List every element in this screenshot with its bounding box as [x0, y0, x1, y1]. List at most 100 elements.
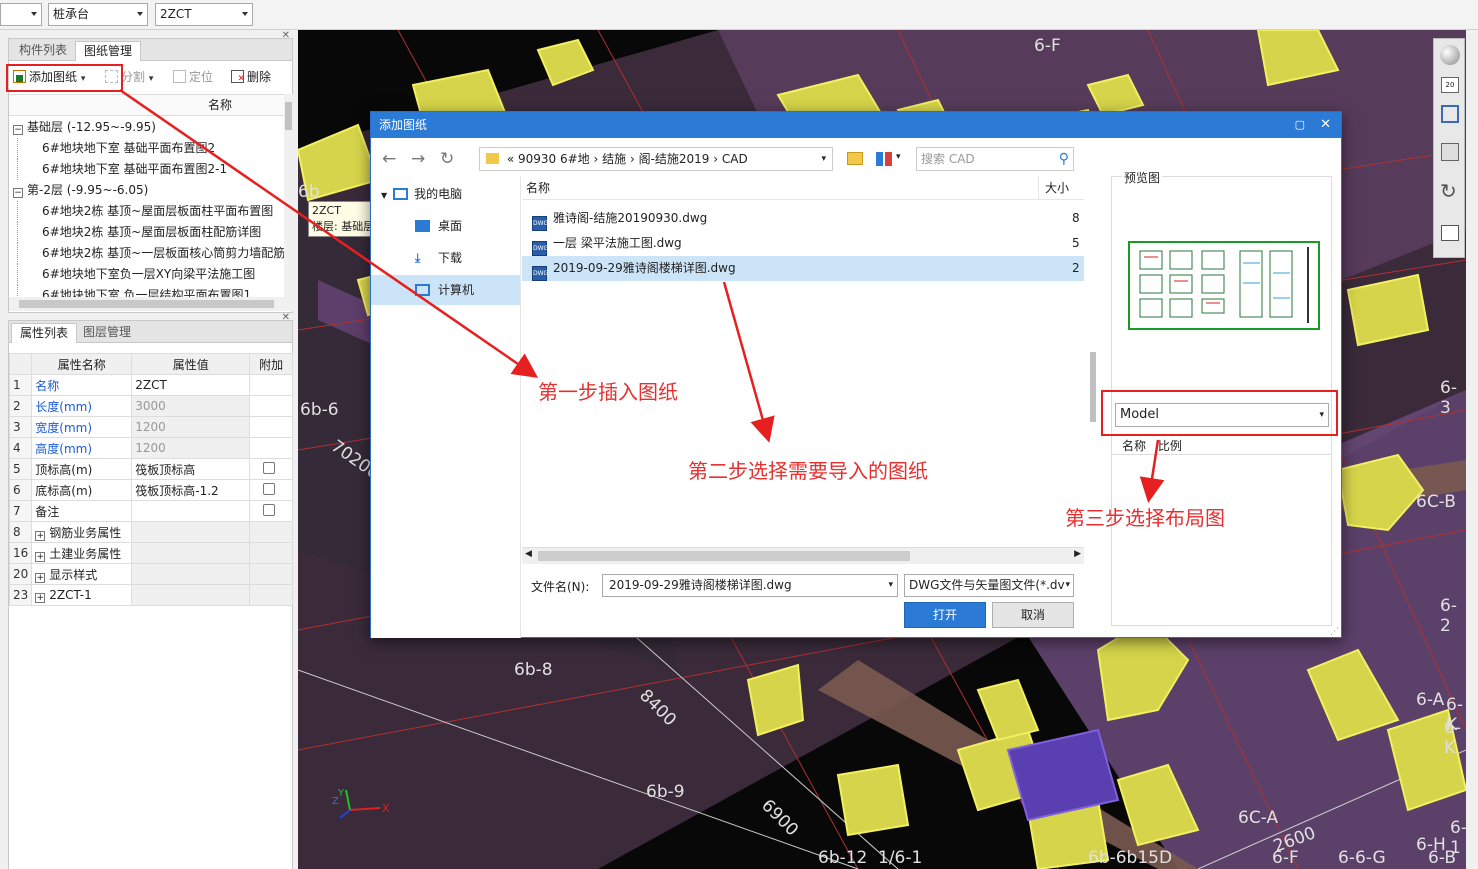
resize-grip-icon[interactable]: ⋰	[1330, 627, 1339, 637]
hscroll-thumb[interactable]	[538, 551, 910, 561]
nav-item-computer[interactable]: 计算机	[371, 275, 520, 305]
collapse-icon[interactable]: −	[13, 188, 23, 198]
property-row[interactable]: 2 长度(mm) 3000	[8, 395, 293, 417]
breadcrumb-part[interactable]: « 90930 6#地	[507, 152, 590, 166]
property-value[interactable]: 筏板顶标高	[131, 458, 251, 480]
expand-icon[interactable]: +	[35, 551, 46, 562]
tree-item[interactable]: 6#地块地下室 基础平面布置图2	[17, 138, 215, 159]
chevron-down-icon[interactable]: ▾	[888, 575, 893, 596]
tab-component-list[interactable]: 构件列表	[11, 41, 75, 61]
open-button[interactable]: 打开	[904, 602, 986, 628]
breadcrumb-part[interactable]: CAD	[722, 152, 748, 166]
cube-view-icon[interactable]	[1441, 143, 1459, 161]
orbit-icon[interactable]	[1440, 45, 1460, 65]
nav-item-downloads[interactable]: ⤓ 下载	[371, 243, 520, 273]
tree-hscrollbar[interactable]	[9, 297, 293, 311]
cancel-button[interactable]: 取消	[992, 602, 1074, 628]
attach-checkbox[interactable]	[263, 482, 276, 495]
file-row[interactable]: DWG 雅诗阁-结施20190930.dwg 8	[522, 206, 1084, 231]
expand-icon[interactable]: +	[35, 572, 46, 583]
scroll-left-icon[interactable]: ◀	[525, 549, 532, 559]
property-row[interactable]: 3 宽度(mm) 1200	[8, 416, 293, 438]
floor-type-select[interactable]	[0, 3, 42, 26]
tab-layer-manage[interactable]: 图层管理	[75, 323, 139, 343]
close-icon[interactable]: ✕	[1320, 112, 1331, 138]
size-column-header[interactable]: 大小	[1038, 176, 1069, 200]
filename-input[interactable]: 2019-09-29雅诗阁楼梯详图.dwg ▾	[602, 574, 898, 597]
nav-item-my-computer[interactable]: ▼ 我的电脑	[371, 179, 520, 209]
filetype-select[interactable]: DWG文件与矢量图文件(*.dv ▾	[904, 574, 1074, 597]
zoom-icon[interactable]: 20	[1441, 77, 1459, 93]
tree-scrollbar[interactable]	[284, 94, 293, 299]
refresh-icon[interactable]: ↻	[440, 149, 454, 169]
collapse-icon[interactable]: −	[13, 125, 23, 135]
tab-property-list[interactable]: 属性列表	[11, 323, 78, 343]
pane-splitter[interactable]	[1090, 352, 1096, 422]
expand-icon[interactable]: +	[35, 530, 46, 541]
back-icon[interactable]: ←	[382, 149, 396, 169]
expand-icon[interactable]: +	[35, 592, 46, 603]
property-value[interactable]: 1200	[131, 437, 251, 459]
scroll-right-icon[interactable]: ▶	[1074, 549, 1081, 559]
property-value[interactable]: 筏板顶标高-1.2	[131, 479, 251, 501]
property-value[interactable]	[131, 521, 251, 543]
axis-label: 6-K	[1446, 695, 1463, 735]
forward-icon[interactable]: →	[411, 149, 425, 169]
property-value[interactable]: 1200	[131, 416, 251, 438]
property-row[interactable]: 8 + 钢筋业务属性	[8, 521, 293, 543]
new-folder-icon[interactable]	[847, 152, 863, 165]
file-row[interactable]: DWG 2019-09-29雅诗阁楼梯详图.dwg 2	[522, 256, 1084, 281]
search-input[interactable]: 搜索 CAD ⚲	[916, 147, 1074, 171]
property-row[interactable]: 7 备注	[8, 500, 293, 522]
layer-view-icon[interactable]	[1441, 225, 1459, 241]
tree-group[interactable]: − 基础层 (-12.95~-9.95)	[13, 117, 156, 138]
property-row[interactable]: 4 高度(mm) 1200	[8, 437, 293, 459]
maximize-icon[interactable]: ▢	[1295, 112, 1305, 138]
tree-item[interactable]: 6#地块地下室 负一层结构平面布置图1	[17, 285, 251, 297]
property-row[interactable]: 6 底标高(m) 筏板顶标高-1.2	[8, 479, 293, 501]
breadcrumb-part[interactable]: 阁-结施2019	[639, 152, 710, 166]
preview-label: 预览图	[1122, 169, 1163, 186]
close-icon[interactable]: ✕	[282, 30, 290, 41]
file-list-hscrollbar[interactable]: ◀ ▶	[522, 547, 1084, 564]
delete-button[interactable]: ✕ 删除	[231, 67, 271, 87]
tab-drawing-manage[interactable]: 图纸管理	[75, 41, 142, 61]
attach-checkbox[interactable]	[263, 503, 276, 516]
locate-button[interactable]: 定位	[173, 67, 213, 87]
tree-group[interactable]: − 第-2层 (-9.95~-6.05)	[13, 180, 148, 201]
tree-item[interactable]: 6#地块2栋 基顶~屋面层板面柱配筋详图	[17, 222, 261, 243]
chevron-down-icon[interactable]: ▾	[896, 152, 901, 162]
property-value[interactable]: 3000	[131, 395, 251, 417]
component-type-select[interactable]: 桩承台	[48, 3, 148, 26]
property-row[interactable]: 23 +2ZCT-1	[8, 584, 293, 606]
property-row[interactable]: 16 + 土建业务属性	[8, 542, 293, 564]
view-mode-icon[interactable]	[876, 152, 892, 166]
attach-checkbox[interactable]	[263, 461, 276, 474]
file-row[interactable]: DWG 一层 梁平法施工图.dwg 5	[522, 231, 1084, 256]
tree-item[interactable]: 6#地块地下室 基础平面布置图2-1	[17, 159, 227, 180]
property-value[interactable]	[131, 542, 251, 564]
property-row[interactable]: 1 名称 2ZCT	[8, 374, 293, 396]
hscroll-thumb[interactable]	[19, 300, 274, 308]
property-value[interactable]: 2ZCT	[131, 374, 251, 396]
property-value[interactable]	[131, 584, 251, 606]
tree-item[interactable]: 6#地块地下室负一层XY向梁平法施工图	[17, 264, 255, 285]
breadcrumb-part[interactable]: 结施	[602, 152, 626, 166]
path-breadcrumb[interactable]: « 90930 6#地 › 结施 › 阁-结施2019 › CAD ▾	[479, 147, 833, 171]
close-icon[interactable]: ✕	[282, 312, 290, 323]
name-column-header[interactable]: 名称	[526, 176, 550, 200]
property-value[interactable]	[131, 500, 251, 522]
front-view-icon[interactable]	[1441, 105, 1459, 123]
property-row[interactable]: 20 + 显示样式	[8, 563, 293, 585]
locate-label: 定位	[189, 70, 214, 84]
property-value[interactable]	[131, 563, 251, 585]
property-row[interactable]: 5 顶标高(m) 筏板顶标高	[8, 458, 293, 480]
search-icon[interactable]: ⚲	[1059, 148, 1069, 170]
tree-item[interactable]: 6#地块2栋 基顶~屋面层板面柱平面布置图	[17, 201, 273, 222]
component-select[interactable]: 2ZCT	[155, 3, 253, 26]
tree-item[interactable]: 6#地块2栋 基顶~一层板面核心筒剪力墙配筋	[17, 243, 284, 264]
scroll-thumb[interactable]	[285, 102, 292, 130]
rotate-icon[interactable]: ↻	[1440, 179, 1457, 203]
chevron-down-icon[interactable]: ▾	[821, 148, 826, 170]
nav-item-desktop[interactable]: 桌面	[371, 211, 520, 241]
